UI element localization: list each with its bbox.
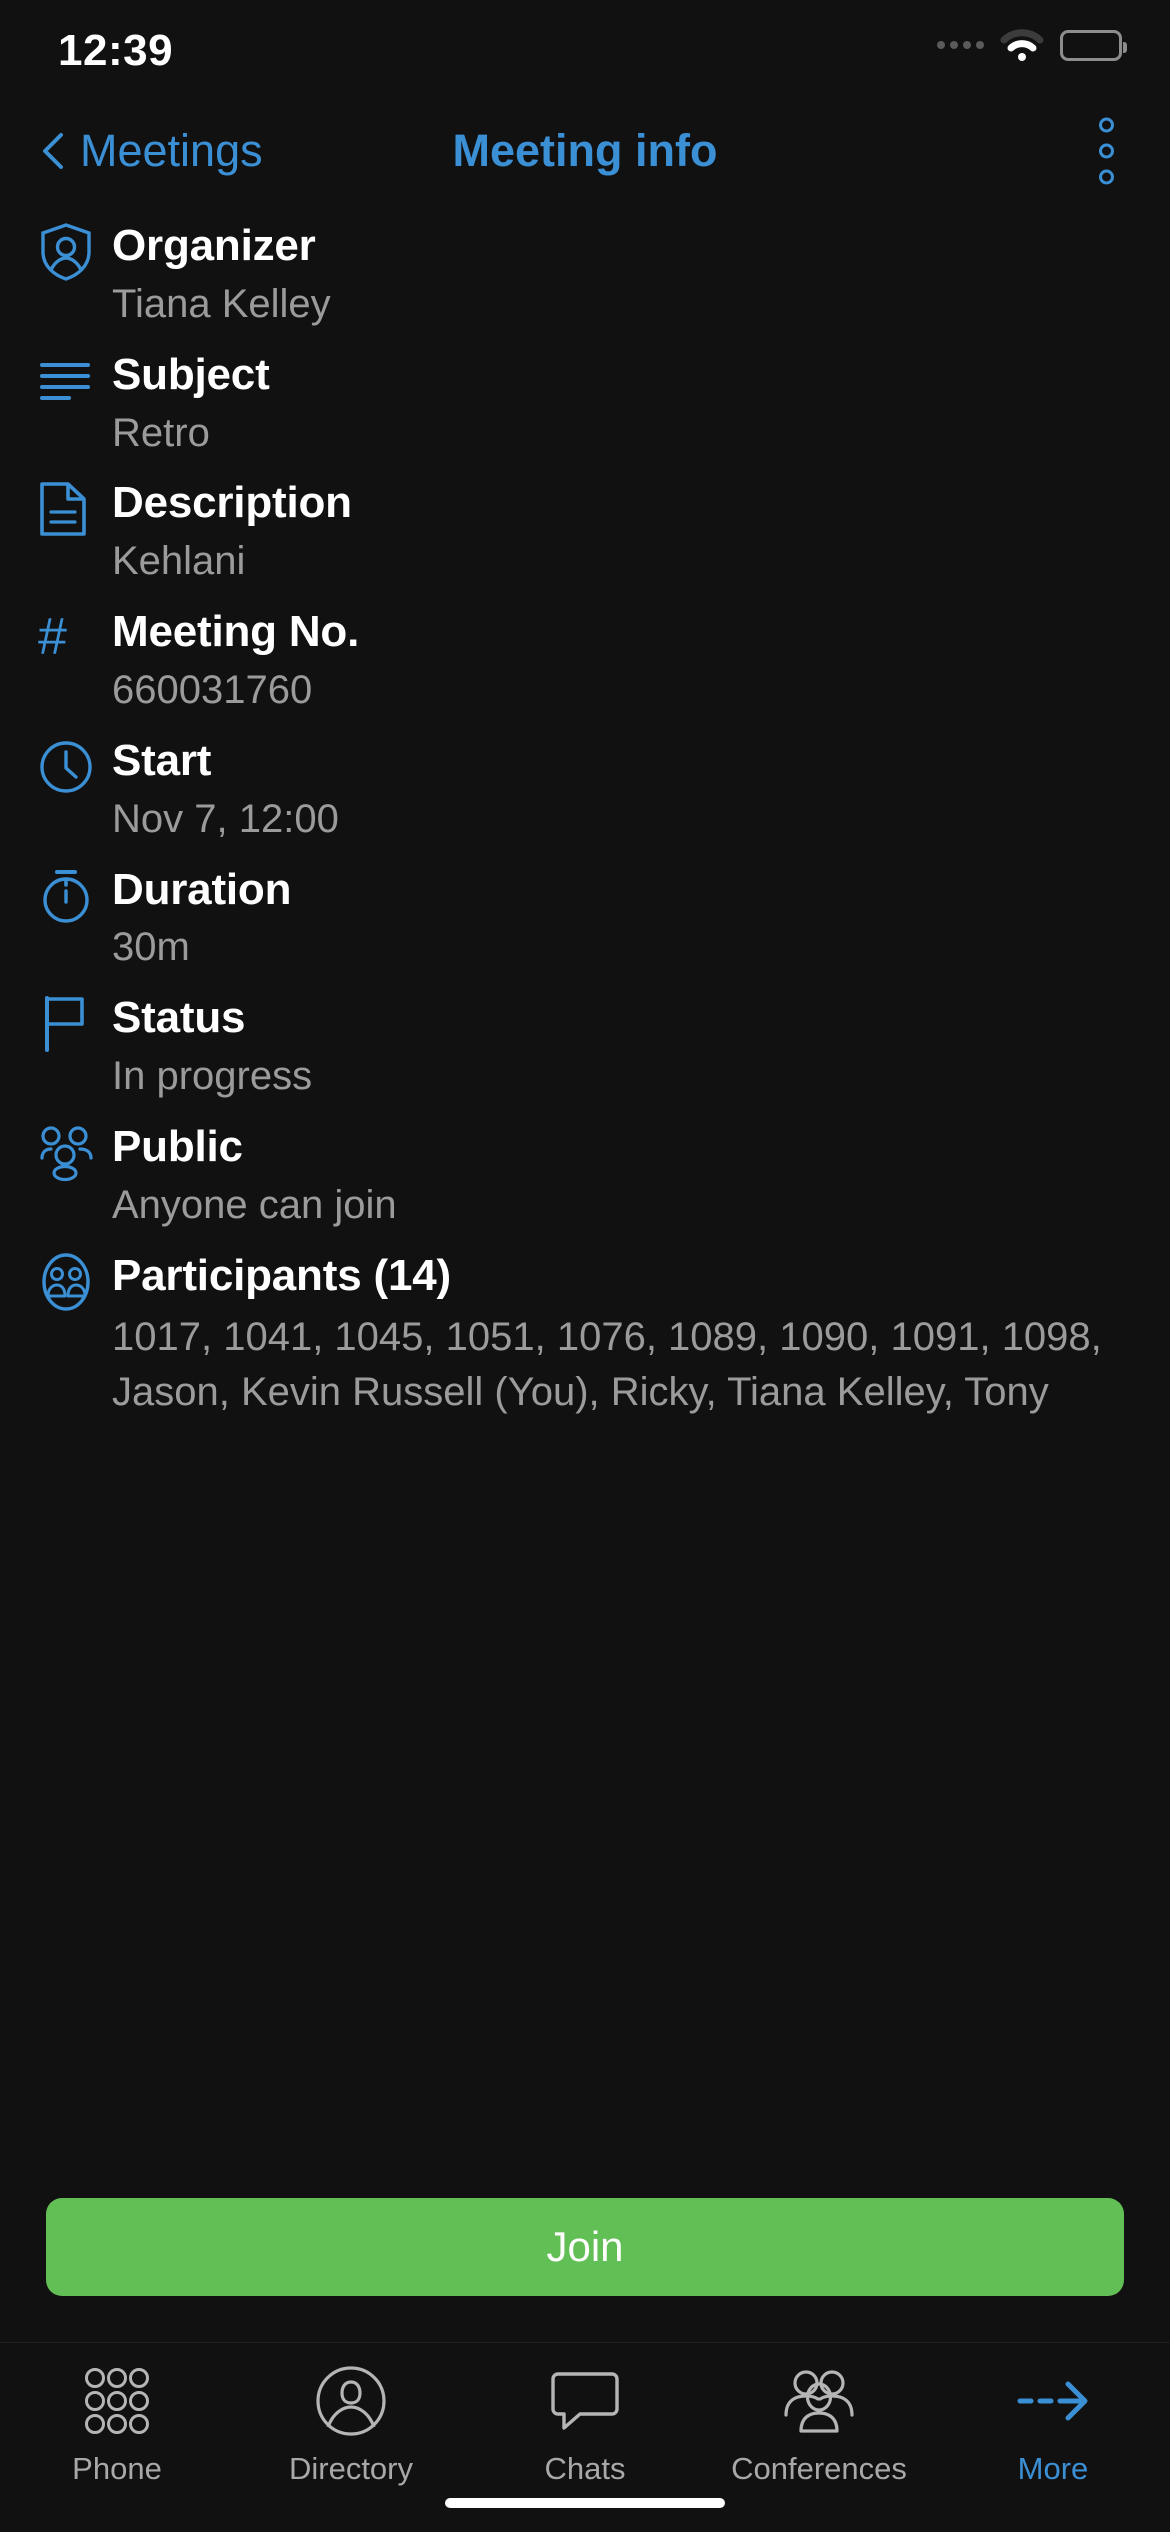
info-value: In progress: [112, 1054, 313, 1099]
info-label: Participants (14): [112, 1250, 451, 1300]
tab-label: Chats: [544, 2451, 626, 2486]
info-label: Start: [112, 735, 212, 785]
info-label: Organizer: [112, 221, 316, 270]
info-label: Duration: [112, 864, 292, 914]
info-label: Meeting No.: [112, 607, 360, 657]
signal-dots-icon: [937, 41, 984, 49]
stopwatch-icon: [38, 864, 112, 923]
tab-label: Phone: [72, 2451, 162, 2486]
tab-phone[interactable]: Phone: [0, 2365, 234, 2487]
info-value: 30m: [112, 925, 190, 970]
chat-bubble-icon: [550, 2365, 620, 2437]
info-row-subject: Subject Retro: [0, 349, 1170, 458]
person-circle-icon: [315, 2365, 387, 2437]
info-row-meeting-no: # Meeting No. 660031760: [0, 606, 1170, 715]
meeting-info-screen: 12:39 Meetings Meeting info Organizer Ti…: [0, 0, 1170, 2532]
meeting-info-list: Organizer Tiana Kelley Subject Retro Des…: [0, 206, 1170, 2174]
tab-conferences[interactable]: Conferences: [702, 2365, 936, 2487]
tab-more[interactable]: More: [936, 2365, 1170, 2487]
dialpad-icon: [82, 2365, 152, 2437]
info-row-organizer: Organizer Tiana Kelley: [0, 220, 1170, 329]
info-row-public: Public Anyone can join: [0, 1121, 1170, 1230]
page-title: Meeting info: [452, 125, 718, 176]
info-value: Nov 7, 12:00: [112, 796, 339, 841]
tab-directory[interactable]: Directory: [234, 2365, 468, 2487]
info-row-description: Description Kehlani: [0, 477, 1170, 586]
info-value: Retro: [112, 410, 210, 455]
people-group-icon: [38, 1121, 112, 1182]
info-row-status: Status In progress: [0, 992, 1170, 1101]
chevron-left-icon: [40, 132, 66, 170]
info-row-participants: Participants (14) 1017, 1041, 1045, 1051…: [0, 1250, 1170, 1420]
info-value: Kehlani: [112, 539, 246, 584]
status-icons: [937, 28, 1127, 62]
participants-circle-icon: [38, 1250, 112, 1311]
lines-list-icon: [38, 349, 112, 407]
info-value: Tiana Kelley: [112, 281, 331, 326]
info-label: Status: [112, 993, 246, 1043]
info-value: 1017, 1041, 1045, 1051, 1076, 1089, 1090…: [112, 1314, 1102, 1414]
tab-label: More: [1017, 2451, 1089, 2486]
home-indicator: [445, 2498, 725, 2508]
tab-chats[interactable]: Chats: [468, 2365, 702, 2487]
info-value: 660031760: [112, 668, 313, 713]
info-row-start: Start Nov 7, 12:00: [0, 735, 1170, 844]
info-label: Subject: [112, 349, 270, 399]
status-time: 12:39: [58, 26, 174, 75]
info-value: Anyone can join: [112, 1182, 397, 1227]
back-button-label: Meetings: [80, 125, 263, 176]
join-button[interactable]: Join: [46, 2198, 1124, 2296]
flag-icon: [38, 992, 112, 1053]
more-vertical-icon[interactable]: [1089, 108, 1124, 195]
back-button[interactable]: Meetings: [40, 125, 263, 177]
info-label: Public: [112, 1121, 243, 1171]
wifi-icon: [1000, 28, 1044, 62]
nav-bar: Meetings Meeting info: [0, 96, 1170, 206]
tab-label: Directory: [288, 2451, 413, 2486]
document-icon: [38, 477, 112, 537]
info-label: Description: [112, 478, 352, 528]
people-group-icon: [780, 2365, 858, 2437]
status-bar: 12:39: [0, 0, 1170, 96]
hash-icon: #: [38, 608, 67, 667]
dashed-arrow-right-icon: [1014, 2365, 1092, 2437]
shield-person-icon: [38, 220, 112, 281]
battery-icon: [1060, 29, 1127, 61]
join-button-container: Join: [0, 2174, 1170, 2296]
clock-icon: [38, 735, 112, 793]
tab-label: Conferences: [731, 2451, 907, 2486]
info-row-duration: Duration 30m: [0, 864, 1170, 973]
